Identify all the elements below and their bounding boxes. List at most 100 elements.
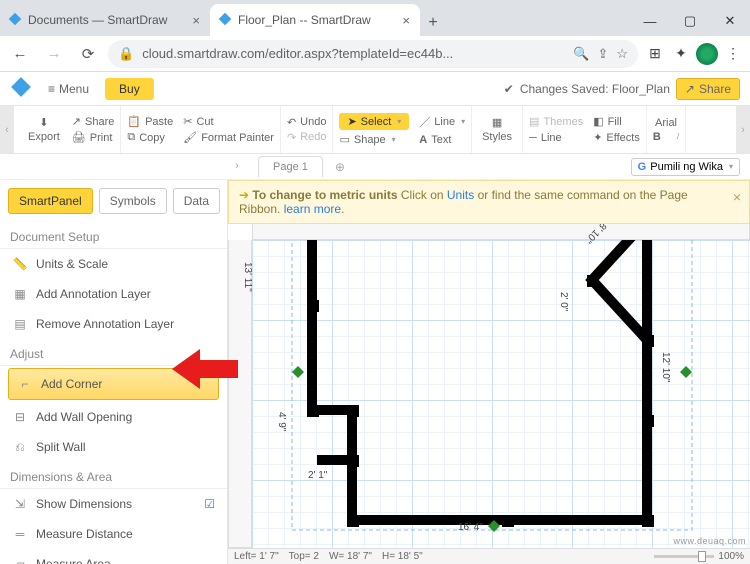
status-top: Top= 2 — [289, 551, 319, 562]
select-tool[interactable]: ➤Select▾ — [339, 113, 409, 130]
star-icon[interactable]: ☆ — [616, 46, 628, 62]
main-area: SmartPanel Symbols Data ✖ Document Setup… — [0, 180, 750, 564]
dim-label: 13' 11" — [242, 262, 253, 292]
fill-button[interactable]: ◧Fill — [593, 115, 640, 128]
cut-button[interactable]: ✂Cut — [183, 115, 274, 128]
shape-tool[interactable]: ▭Shape▾ — [339, 133, 409, 146]
export-button[interactable]: ⬇Export — [24, 116, 64, 143]
learn-more-link[interactable]: learn more — [284, 202, 341, 216]
ribbon: ‹ ⬇Export ↗Share 🖨Print 📋Paste ✂Cut ⧉Cop… — [0, 106, 750, 154]
maximize-button[interactable]: ▢ — [670, 6, 710, 36]
copy-icon: ⧉ — [127, 131, 135, 144]
line-tool[interactable]: ／Line▾ — [419, 114, 465, 130]
ruler-horizontal — [252, 222, 750, 240]
browser-titlebar: Documents — SmartDraw × Floor_Plan -- Sm… — [0, 0, 750, 36]
dim-label: 2' 1" — [308, 470, 327, 481]
tab-smartpanel[interactable]: SmartPanel — [8, 188, 93, 214]
format-painter-button[interactable]: 🖌Format Painter — [183, 131, 274, 144]
item-measure-distance[interactable]: ═Measure Distance — [0, 519, 227, 549]
item-add-wall-opening[interactable]: ⊟Add Wall Opening — [0, 402, 227, 432]
menu-button[interactable]: ≡Menu — [42, 78, 95, 100]
dim-label: 2' 0" — [558, 292, 569, 311]
themes-button[interactable]: ▤Themes — [529, 115, 583, 128]
fill-icon: ◧ — [593, 115, 603, 128]
status-left: Left= 1' 7" — [234, 551, 279, 562]
cut-icon: ✂ — [183, 115, 192, 128]
checkbox-checked-icon[interactable]: ☑ — [204, 497, 215, 511]
smartdraw-favicon-icon — [8, 12, 22, 29]
layer-remove-icon: ▤ — [12, 316, 28, 332]
tab-title: Documents — SmartDraw — [28, 13, 184, 27]
redo-button[interactable]: ↷Redo — [287, 131, 327, 144]
zoom-value: 100% — [718, 551, 744, 562]
share-icon: ↗ — [685, 82, 695, 96]
search-icon[interactable]: 🔍 — [573, 46, 589, 62]
url-box[interactable]: 🔒 cloud.smartdraw.com/editor.aspx?templa… — [108, 40, 638, 68]
page-tab-1[interactable]: Page 1 — [258, 156, 323, 177]
buy-button[interactable]: Buy — [105, 78, 154, 100]
profile-avatar[interactable] — [696, 43, 718, 65]
lock-icon: 🔒 — [118, 46, 134, 62]
item-units-scale[interactable]: 📏Units & Scale — [0, 249, 227, 279]
extensions-puzzle-icon[interactable]: ✦ — [670, 43, 692, 65]
effects-button[interactable]: ✦Effects — [593, 131, 640, 144]
canvas[interactable]: ➔ To change to metric units Click on Uni… — [228, 180, 750, 564]
extension-icon[interactable]: ⊞ — [644, 43, 666, 65]
shape-icon: ▭ — [339, 133, 349, 146]
hint-close-button[interactable]: × — [733, 189, 741, 205]
area-icon: ▱ — [12, 556, 28, 564]
minimize-button[interactable]: — — [630, 6, 670, 36]
print-button[interactable]: 🖨Print — [72, 131, 115, 144]
copy-button[interactable]: ⧉Copy — [127, 131, 173, 144]
ribbon-scroll-right[interactable]: › — [736, 106, 750, 153]
info-icon: ➔ — [239, 188, 252, 202]
dimensions-icon: ⇲ — [12, 496, 28, 512]
paste-icon: 📋 — [127, 115, 141, 128]
status-bar: Left= 1' 7" Top= 2 W= 18' 7" H= 18' 5" 1… — [228, 548, 750, 564]
item-add-annotation[interactable]: ▦Add Annotation Layer — [0, 279, 227, 309]
undo-button[interactable]: ↶Undo — [287, 116, 327, 129]
zoom-slider[interactable] — [654, 555, 714, 558]
item-split-wall[interactable]: ⎌Split Wall — [0, 432, 227, 462]
section-document-setup: Document Setup — [0, 222, 227, 249]
smartdraw-favicon-icon — [218, 12, 232, 29]
close-icon[interactable]: × — [190, 13, 202, 28]
download-icon: ⬇ — [39, 116, 48, 129]
language-picker[interactable]: G Pumili ng Wika ▾ — [631, 158, 740, 176]
status-height: H= 18' 5" — [382, 551, 423, 562]
tab-data[interactable]: Data — [173, 188, 220, 214]
tab-title: Floor_Plan -- SmartDraw — [238, 13, 394, 27]
hint-bar: ➔ To change to metric units Click on Uni… — [228, 180, 750, 224]
new-tab-button[interactable]: + — [420, 10, 446, 36]
share-url-icon[interactable]: ⇪ — [597, 46, 608, 62]
reload-button[interactable]: ⟳ — [74, 40, 102, 68]
item-show-dimensions[interactable]: ⇲Show Dimensions☑ — [0, 489, 227, 519]
panel-collapse-toggle[interactable]: › — [228, 154, 246, 179]
item-remove-annotation[interactable]: ▤Remove Annotation Layer — [0, 309, 227, 339]
chrome-menu-icon[interactable]: ⋮ — [722, 43, 744, 65]
measure-icon: ═ — [12, 526, 28, 542]
back-button[interactable]: ← — [6, 40, 34, 68]
browser-tab-inactive[interactable]: Documents — SmartDraw × — [0, 4, 210, 36]
ribbon-scroll-left[interactable]: ‹ — [0, 106, 14, 153]
app-logo-icon — [10, 76, 32, 101]
tab-symbols[interactable]: Symbols — [99, 188, 167, 214]
text-tool[interactable]: AText — [419, 134, 465, 146]
share-button[interactable]: ↗Share — [676, 78, 740, 100]
close-window-button[interactable]: ✕ — [710, 6, 750, 36]
close-icon[interactable]: × — [400, 13, 412, 28]
add-page-button[interactable]: ⊕ — [335, 160, 345, 174]
paste-button[interactable]: 📋Paste — [127, 115, 173, 128]
forward-button[interactable]: → — [40, 40, 68, 68]
font-selector[interactable]: Arial — [655, 117, 677, 129]
text-icon: A — [419, 134, 427, 146]
line-icon: ─ — [529, 132, 537, 144]
bold-button[interactable]: B — [653, 131, 661, 143]
item-measure-area[interactable]: ▱Measure Area — [0, 549, 227, 564]
styles-button[interactable]: ▦Styles — [478, 116, 516, 143]
share-ribbon-button[interactable]: ↗Share — [72, 115, 115, 128]
browser-tab-active[interactable]: Floor_Plan -- SmartDraw × — [210, 4, 420, 36]
units-link[interactable]: Units — [447, 188, 474, 202]
line-style-button[interactable]: ─Line — [529, 132, 583, 144]
opening-icon: ⊟ — [12, 409, 28, 425]
